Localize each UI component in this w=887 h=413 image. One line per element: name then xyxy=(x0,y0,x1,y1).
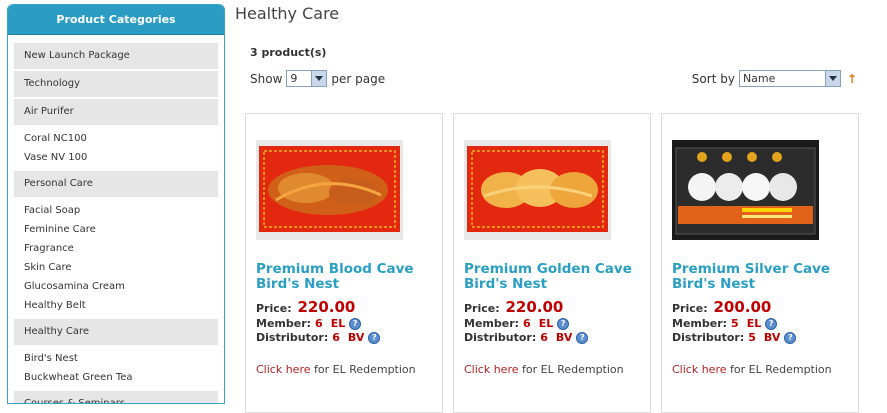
subcategory-group: Coral NC100 Vase NV 100 xyxy=(14,127,218,171)
silver-nest-product-image[interactable] xyxy=(672,140,819,240)
category-list: New Launch Package Technology Air Purife… xyxy=(8,35,224,403)
distributor-row: Distributor: 6 BV ? xyxy=(464,331,650,344)
subcategory-item[interactable]: Facial Soap xyxy=(14,201,218,220)
distributor-value: 6 xyxy=(540,331,548,344)
product-name-link[interactable]: Premium Blood Cave Bird's Nest xyxy=(256,262,441,292)
subcategory-item[interactable]: Healthy Belt xyxy=(14,296,218,315)
per-page-value: 9 xyxy=(290,72,298,85)
member-row: Member: 6 EL ? xyxy=(464,317,650,330)
price-label: Price: xyxy=(464,302,500,315)
member-unit: EL xyxy=(538,317,554,330)
product-grid: Premium Blood Cave Bird's Nest Price: 22… xyxy=(245,113,859,413)
distributor-row: Distributor: 5 BV ? xyxy=(672,331,858,344)
distributor-value: 5 xyxy=(748,331,756,344)
member-row: Member: 5 EL ? xyxy=(672,317,858,330)
category-air-purifer[interactable]: Air Purifer xyxy=(14,99,218,125)
show-label: Show xyxy=(250,71,283,86)
help-icon[interactable]: ? xyxy=(349,317,362,330)
distributor-unit: BV xyxy=(763,331,781,344)
product-card: Premium Silver Cave Bird's Nest Price: 2… xyxy=(661,113,859,413)
price-value: 200.00 xyxy=(713,298,772,316)
subcategory-item[interactable]: Skin Care xyxy=(14,258,218,277)
redemption-link[interactable]: Click here xyxy=(672,363,727,376)
product-name-link[interactable]: Premium Silver Cave Bird's Nest xyxy=(672,262,857,292)
member-value: 6 xyxy=(523,317,531,330)
redemption-row: Click here for EL Redemption xyxy=(256,363,416,376)
help-icon[interactable]: ? xyxy=(784,331,797,344)
subcategory-item[interactable]: Coral NC100 xyxy=(14,129,218,148)
category-healthy-care[interactable]: Healthy Care xyxy=(14,319,218,345)
subcategory-item[interactable]: Feminine Care xyxy=(14,220,218,239)
price-row: Price: 220.00 xyxy=(464,298,650,316)
member-unit: EL xyxy=(330,317,346,330)
product-categories-panel: Product Categories New Launch Package Te… xyxy=(7,4,225,404)
price-row: Price: 220.00 xyxy=(256,298,442,316)
blood-nest-product-image[interactable] xyxy=(256,140,403,240)
distributor-row: Distributor: 6 BV ? xyxy=(256,331,442,344)
member-label: Member: xyxy=(256,317,312,330)
help-icon[interactable]: ? xyxy=(368,331,381,344)
distributor-label: Distributor: xyxy=(256,331,329,344)
redemption-text: for EL Redemption xyxy=(314,363,416,376)
redemption-link[interactable]: Click here xyxy=(256,363,311,376)
product-card: Premium Golden Cave Bird's Nest Price: 2… xyxy=(453,113,651,413)
distributor-value: 6 xyxy=(332,331,340,344)
help-icon[interactable]: ? xyxy=(557,317,570,330)
subcategory-item[interactable]: Vase NV 100 xyxy=(14,148,218,167)
redemption-link[interactable]: Click here xyxy=(464,363,519,376)
product-card: Premium Blood Cave Bird's Nest Price: 22… xyxy=(245,113,443,413)
redemption-text: for EL Redemption xyxy=(730,363,832,376)
member-value: 6 xyxy=(315,317,323,330)
price-value: 220.00 xyxy=(505,298,564,316)
member-label: Member: xyxy=(464,317,520,330)
subcategory-item[interactable]: Bird's Nest xyxy=(14,349,218,368)
help-icon[interactable]: ? xyxy=(765,317,778,330)
per-page-control: Show 9 per page xyxy=(250,70,385,87)
price-label: Price: xyxy=(256,302,292,315)
member-row: Member: 6 EL ? xyxy=(256,317,442,330)
member-label: Member: xyxy=(672,317,728,330)
distributor-label: Distributor: xyxy=(464,331,537,344)
product-count: 3 product(s) xyxy=(250,46,327,59)
main-content: Healthy Care 3 product(s) Show 9 per pag… xyxy=(235,0,887,413)
product-name-link[interactable]: Premium Golden Cave Bird's Nest xyxy=(464,262,649,292)
help-icon[interactable]: ? xyxy=(576,331,589,344)
redemption-row: Click here for EL Redemption xyxy=(672,363,832,376)
chevron-down-icon xyxy=(311,71,327,86)
subcategory-item[interactable]: Glucosamina Cream xyxy=(14,277,218,296)
sort-control: Sort by Name ↑ xyxy=(692,70,857,87)
panel-title: Product Categories xyxy=(8,5,224,35)
per-page-select[interactable]: 9 xyxy=(286,70,328,87)
subcategory-group: Facial Soap Feminine Care Fragrance Skin… xyxy=(14,199,218,319)
sort-value: Name xyxy=(742,72,776,85)
redemption-text: for EL Redemption xyxy=(522,363,624,376)
distributor-label: Distributor: xyxy=(672,331,745,344)
category-technology[interactable]: Technology xyxy=(14,71,218,97)
member-unit: EL xyxy=(746,317,762,330)
per-page-label: per page xyxy=(331,71,386,86)
sort-direction-icon[interactable]: ↑ xyxy=(847,72,857,86)
chevron-down-icon xyxy=(824,71,840,86)
golden-nest-product-image[interactable] xyxy=(464,140,611,240)
sort-label: Sort by xyxy=(691,71,735,86)
sort-select[interactable]: Name xyxy=(738,70,841,87)
price-row: Price: 200.00 xyxy=(672,298,858,316)
price-label: Price: xyxy=(672,302,708,315)
subcategory-item[interactable]: Fragrance xyxy=(14,239,218,258)
page-title: Healthy Care xyxy=(235,4,340,23)
subcategory-group: Bird's Nest Buckwheat Green Tea xyxy=(14,347,218,391)
category-new-launch-package[interactable]: New Launch Package xyxy=(14,43,218,69)
distributor-unit: BV xyxy=(347,331,365,344)
category-personal-care[interactable]: Personal Care xyxy=(14,171,218,197)
price-value: 220.00 xyxy=(297,298,356,316)
category-courses-seminars[interactable]: Courses & Seminars xyxy=(14,391,218,403)
subcategory-item[interactable]: Buckwheat Green Tea xyxy=(14,368,218,387)
member-value: 5 xyxy=(731,317,739,330)
redemption-row: Click here for EL Redemption xyxy=(464,363,624,376)
distributor-unit: BV xyxy=(555,331,573,344)
